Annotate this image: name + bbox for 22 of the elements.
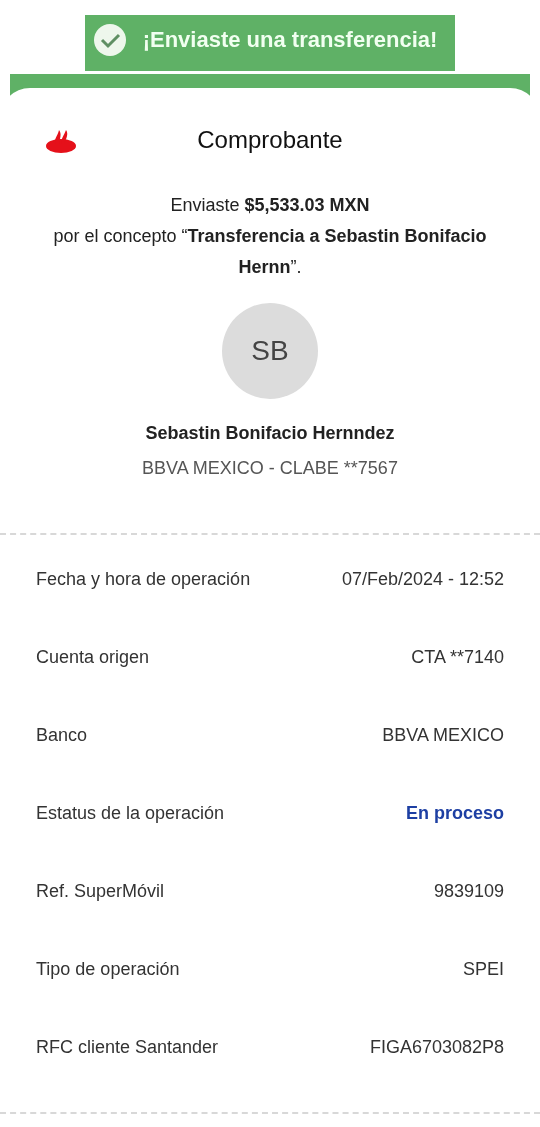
recipient-name: Sebastin Bonifacio Hernndez bbox=[144, 423, 396, 444]
page-title: Comprobante bbox=[196, 126, 344, 154]
detail-label: Cuenta origen bbox=[36, 646, 150, 668]
detail-label: Estatus de la operación bbox=[36, 802, 225, 824]
detail-value: FIGA6703082P8 bbox=[369, 1036, 504, 1058]
success-banner: ¡Enviaste una transferencia! bbox=[84, 15, 456, 71]
detail-value: 9839109 bbox=[433, 880, 504, 902]
concept-sentence: por el concepto “Transferencia a Sebastin Bonifacio Hernn”. bbox=[52, 225, 488, 279]
amount-sentence: Enviaste $5,533.03 MXN bbox=[169, 194, 371, 217]
detail-value: CTA **7140 bbox=[411, 646, 504, 668]
detail-label: Ref. SuperMóvil bbox=[36, 880, 165, 902]
detail-label: Banco bbox=[36, 724, 88, 746]
check-icon bbox=[92, 23, 127, 57]
status-value: En proceso bbox=[405, 802, 504, 824]
detail-label: RFC cliente Santander bbox=[36, 1036, 219, 1058]
detail-value: BBVA MEXICO bbox=[382, 724, 504, 746]
avatar: SB bbox=[222, 303, 318, 399]
detail-label: Fecha y hora de operación bbox=[36, 568, 251, 590]
detail-label: Tipo de operación bbox=[36, 958, 180, 980]
detail-value: SPEI bbox=[462, 958, 504, 980]
recipient-account: BBVA MEXICO - CLABE **7567 bbox=[141, 458, 399, 479]
detail-value: 07/Feb/2024 - 12:52 bbox=[341, 568, 504, 590]
